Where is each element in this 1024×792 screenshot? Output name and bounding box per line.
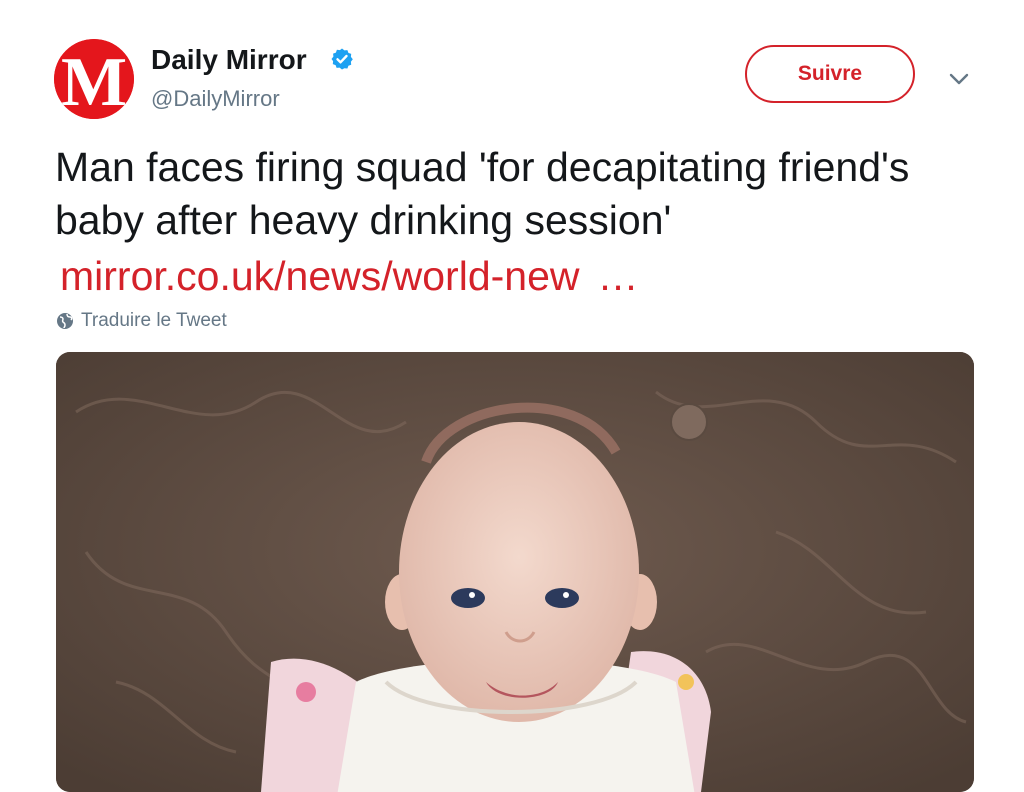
tweet-link[interactable]: mirror.co.uk/news/world-new … [60, 250, 639, 303]
baby-photo-image [56, 352, 974, 792]
translate-label: Traduire le Tweet [81, 310, 227, 331]
author-handle[interactable]: @DailyMirror [151, 86, 280, 112]
tweet-text: Man faces firing squad 'for decapitating… [55, 144, 910, 243]
globe-icon [57, 313, 73, 329]
author-avatar[interactable]: M [54, 39, 134, 119]
follow-button[interactable]: Suivre [745, 45, 915, 103]
verified-badge-icon [331, 48, 353, 70]
avatar-letter: M [61, 44, 127, 119]
tweet-link-ellipsis: … [597, 253, 639, 299]
daily-mirror-logo-icon: M [54, 39, 134, 119]
tweet-card: M Daily Mirror @DailyMirror Suivre Man f… [0, 0, 1024, 792]
chevron-down-icon[interactable] [946, 66, 972, 92]
translate-tweet-link[interactable]: Traduire le Tweet [56, 310, 227, 332]
tweet-photo[interactable] [56, 352, 974, 792]
author-name[interactable]: Daily Mirror [151, 44, 307, 76]
tweet-link-text: mirror.co.uk/news/world-new [60, 253, 580, 299]
